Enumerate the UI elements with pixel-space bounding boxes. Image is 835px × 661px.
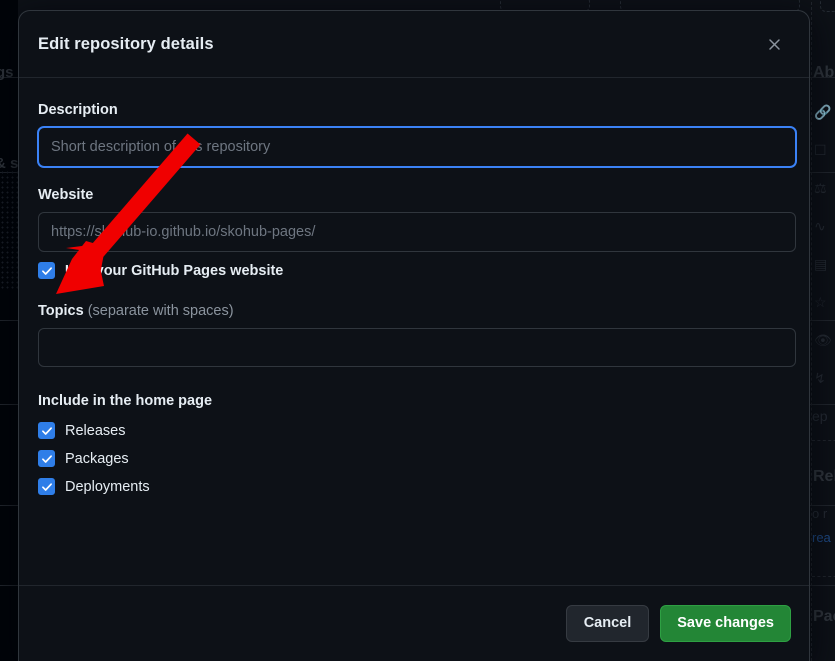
activity-icon: ∿: [814, 218, 826, 234]
check-icon: [41, 266, 52, 275]
check-icon: [41, 482, 52, 491]
packages-checkbox[interactable]: [38, 450, 55, 467]
home-page-option-deployments[interactable]: Deployments: [38, 478, 790, 495]
backdrop-repository-label: ep: [812, 408, 828, 424]
screen: gs & s About 🔗 ☐ ⚖ ∿ ▤ ☆ 👁 ↯ ep Rel o r …: [0, 0, 835, 661]
check-icon: [41, 454, 52, 463]
releases-checkbox[interactable]: [38, 422, 55, 439]
backdrop-create-release-link: rea: [812, 530, 831, 545]
backdrop-divider: [812, 576, 835, 577]
deployments-checkbox[interactable]: [38, 478, 55, 495]
home-page-section: Include in the home page Releases Packag…: [38, 393, 790, 495]
deployments-label: Deployments: [65, 478, 150, 495]
releases-label: Releases: [65, 422, 126, 439]
backdrop-releases-empty: o r: [812, 506, 828, 521]
list-icon: ▤: [814, 256, 828, 272]
dialog-footer: Cancel Save changes: [19, 585, 809, 661]
home-page-option-packages[interactable]: Packages: [38, 450, 790, 467]
save-changes-button[interactable]: Save changes: [660, 605, 791, 642]
topics-field-group: Topics (separate with spaces): [38, 303, 796, 367]
description-label: Description: [38, 102, 118, 118]
book-icon: ☐: [814, 142, 827, 158]
home-page-heading: Include in the home page: [38, 393, 213, 409]
backdrop-sidebar-edge: [811, 2, 812, 661]
backdrop-chip: [820, 0, 835, 12]
description-field-group: Description: [38, 102, 796, 167]
check-icon: [41, 426, 52, 435]
eye-icon: 👁: [814, 332, 832, 348]
dialog-title: Edit repository details: [38, 34, 214, 53]
description-input[interactable]: [38, 127, 796, 167]
topics-label-text: Topics: [38, 303, 84, 319]
home-page-option-releases[interactable]: Releases: [38, 422, 790, 439]
use-github-pages-checkbox-row[interactable]: Use your GitHub Pages website: [38, 262, 790, 279]
backdrop-divider: [812, 440, 835, 441]
edit-repository-details-dialog: Edit repository details Description Webs…: [18, 10, 810, 661]
website-label: Website: [38, 187, 94, 203]
website-field-group: Website: [38, 187, 796, 252]
backdrop-releases-heading: Rel: [813, 468, 835, 485]
packages-label: Packages: [65, 450, 129, 467]
topics-label: Topics (separate with spaces): [38, 303, 790, 319]
website-input[interactable]: [38, 212, 796, 252]
cancel-button[interactable]: Cancel: [565, 605, 650, 642]
topics-label-note: (separate with spaces): [87, 303, 234, 319]
link-icon: 🔗: [814, 104, 832, 120]
topics-input[interactable]: [38, 328, 796, 367]
use-github-pages-label: Use your GitHub Pages website: [65, 262, 284, 279]
backdrop-about-heading: About: [813, 64, 835, 81]
fork-icon: ↯: [814, 370, 826, 386]
backdrop-texture: [0, 170, 18, 290]
backdrop-settings-tab: gs: [0, 64, 14, 81]
close-button[interactable]: [759, 29, 789, 59]
dialog-body: Description Website Use your GitHub Page…: [19, 78, 809, 585]
dialog-header: Edit repository details: [19, 11, 809, 78]
law-icon: ⚖: [814, 180, 827, 196]
backdrop-security-label: & s: [0, 155, 19, 172]
star-icon: ☆: [814, 294, 827, 310]
use-github-pages-checkbox[interactable]: [38, 262, 55, 279]
close-icon: [768, 38, 780, 50]
backdrop-packages-heading: Pac: [813, 608, 835, 625]
backdrop-left-rail: [0, 0, 18, 661]
